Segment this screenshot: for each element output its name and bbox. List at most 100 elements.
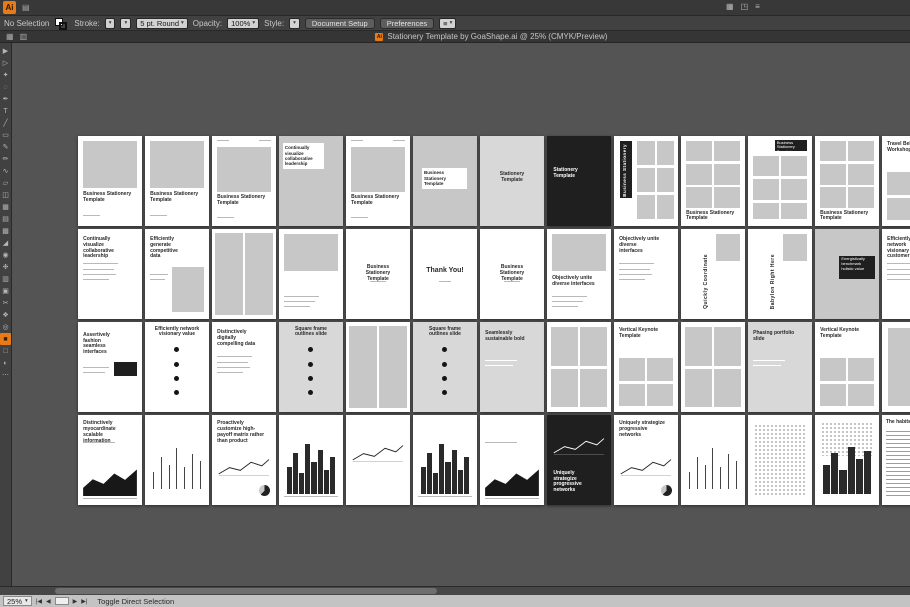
document-setup-button[interactable]: Document Setup <box>305 18 375 29</box>
artboard-nav-prev-button[interactable]: ◀ <box>46 598 51 605</box>
artboard[interactable]: Uniquely strategize progressive networks <box>614 415 678 505</box>
pen-tool[interactable]: ✒ <box>0 93 11 105</box>
variable-width-profile-select[interactable]: ▾ <box>120 18 131 29</box>
horizontal-scrollbar[interactable] <box>0 586 910 595</box>
artboard[interactable] <box>212 229 276 319</box>
zoom-level-select[interactable]: 25% ▾ <box>3 596 32 606</box>
scrollbar-thumb[interactable] <box>55 588 437 594</box>
column-graph-tool[interactable]: ▥ <box>0 273 11 285</box>
artboard[interactable]: Business Stationery Template <box>815 136 879 226</box>
paintbrush-tool[interactable]: ✎ <box>0 141 11 153</box>
artboard[interactable]: Stationery Template <box>547 136 611 226</box>
artboard[interactable]: Babylon Right Here <box>748 229 812 319</box>
arrange-documents-icon[interactable]: ▥ <box>20 32 28 41</box>
artboard[interactable]: Business Stationery <box>614 136 678 226</box>
artboard[interactable] <box>346 415 410 505</box>
width-tool[interactable]: ∿ <box>0 165 11 177</box>
stroke-color-swatch[interactable]: □ <box>0 345 11 357</box>
gradient-tool[interactable]: ▩ <box>0 225 11 237</box>
artboard[interactable]: Seamlessly sustainable bold <box>480 322 544 412</box>
preferences-button[interactable]: Preferences <box>380 18 434 29</box>
screen-mode-icon[interactable]: ◐ <box>0 357 11 369</box>
artboard[interactable]: Vertical Keynote Template <box>815 322 879 412</box>
artboard[interactable]: Uniquely strategize progressive networks <box>547 415 611 505</box>
artboard[interactable] <box>279 229 343 319</box>
edit-toolbar-icon[interactable]: ⋯ <box>0 369 11 381</box>
artboard[interactable]: Efficiently network visionary value <box>145 322 209 412</box>
artboard[interactable]: Travel Belgium to Workshop <box>882 136 910 226</box>
zoom-tool[interactable]: ◎ <box>0 321 11 333</box>
app-menu-icon[interactable]: ≡ <box>755 2 760 11</box>
artboard[interactable]: Energistically benchmark holistic value <box>815 229 879 319</box>
artboard[interactable] <box>145 415 209 505</box>
artboard[interactable]: The habits field <box>882 415 910 505</box>
artboard-number-field[interactable] <box>55 597 69 605</box>
artboard[interactable]: Business Stationery Template <box>212 136 276 226</box>
artboard[interactable]: Objectively unite diverse interfaces <box>547 229 611 319</box>
fill-color-swatch[interactable]: ■ <box>0 333 11 345</box>
blend-tool[interactable]: ◉ <box>0 249 11 261</box>
artboard[interactable]: Business Stationery Template <box>346 229 410 319</box>
artboard[interactable]: Square frame outlines slide <box>279 322 343 412</box>
artboard-tool[interactable]: ▣ <box>0 285 11 297</box>
stroke-weight-select[interactable]: ▾ <box>105 18 116 29</box>
artboard[interactable] <box>748 415 812 505</box>
artboard[interactable]: Phasing portfolio slide <box>748 322 812 412</box>
artboard[interactable] <box>681 415 745 505</box>
artboard[interactable]: Vertical Keynote Template <box>614 322 678 412</box>
workspace-switcher-icon[interactable]: ▦ <box>726 2 734 11</box>
hand-tool[interactable]: ❖ <box>0 309 11 321</box>
fill-stroke-proxy[interactable] <box>54 17 69 30</box>
type-tool[interactable]: T <box>0 105 11 117</box>
style-select[interactable]: ▾ <box>289 18 300 29</box>
artboard[interactable]: Efficiently network visionary customer <box>882 229 910 319</box>
canvas[interactable]: Business Stationery TemplateBusiness Sta… <box>12 43 910 586</box>
document-tab[interactable]: Ai Stationery Template by GoaShape.ai @ … <box>375 32 607 41</box>
artboard[interactable]: Objectively unite diverse interfaces <box>614 229 678 319</box>
artboard[interactable]: Business Stationery Template <box>748 136 812 226</box>
artboard[interactable]: Thank You! <box>413 229 477 319</box>
artboard[interactable]: Business Stationery Template <box>413 136 477 226</box>
align-options-menu[interactable]: ≡▾ <box>439 18 456 29</box>
artboard[interactable]: Continually visualize collaborative lead… <box>279 136 343 226</box>
artboard-nav-first-button[interactable]: |◀ <box>36 598 42 605</box>
artboard[interactable] <box>346 322 410 412</box>
eyedropper-tool[interactable]: ◢ <box>0 237 11 249</box>
artboard[interactable]: Business Stationery Template <box>681 136 745 226</box>
shape-builder-tool[interactable]: ◫ <box>0 189 11 201</box>
artboard[interactable]: Business Stationery Template <box>480 229 544 319</box>
artboard[interactable] <box>681 322 745 412</box>
artboard[interactable]: Business Stationery Template <box>145 136 209 226</box>
artboard[interactable]: Continually visualize collaborative lead… <box>78 229 142 319</box>
opacity-select[interactable]: 100%▾ <box>227 18 259 29</box>
artboard[interactable]: Business Stationery Template <box>346 136 410 226</box>
artboard[interactable] <box>279 415 343 505</box>
direct-selection-tool[interactable]: ▷ <box>0 57 11 69</box>
free-transform-tool[interactable]: ▱ <box>0 177 11 189</box>
artboard[interactable] <box>480 415 544 505</box>
magic-wand-tool[interactable]: ✦ <box>0 69 11 81</box>
slice-tool[interactable]: ✂ <box>0 297 11 309</box>
artboard[interactable]: Efficiently generate competitive data <box>145 229 209 319</box>
symbol-sprayer-tool[interactable]: ❉ <box>0 261 11 273</box>
brush-definition-select[interactable]: 5 pt. Round▾ <box>136 18 188 29</box>
stroke-swatch-icon[interactable] <box>59 22 67 30</box>
artboard[interactable]: Quickly Coordinate <box>681 229 745 319</box>
artboard[interactable] <box>413 415 477 505</box>
artboard-nav-next-button[interactable]: ▶ <box>73 598 78 605</box>
artboard[interactable] <box>882 322 910 412</box>
selection-tool[interactable]: ▶ <box>0 45 11 57</box>
artboard[interactable]: Assertively fashion seamless interfaces <box>78 322 142 412</box>
menu-bar-icon[interactable]: ▤ <box>22 3 30 12</box>
rectangle-tool[interactable]: ▭ <box>0 129 11 141</box>
lasso-tool[interactable]: ◌ <box>0 81 11 93</box>
artboard[interactable]: Square frame outlines slide <box>413 322 477 412</box>
mesh-tool[interactable]: ▤ <box>0 213 11 225</box>
artboard[interactable]: Distinctively myocardinate scalable info… <box>78 415 142 505</box>
artboard[interactable] <box>547 322 611 412</box>
cs-services-icon[interactable]: ◳ <box>741 2 749 11</box>
line-segment-tool[interactable]: ╱ <box>0 117 11 129</box>
artboard[interactable]: Distinctively digitally compelling data <box>212 322 276 412</box>
artboard[interactable]: Proactively customize high-payoff matrix… <box>212 415 276 505</box>
pencil-tool[interactable]: ✏ <box>0 153 11 165</box>
